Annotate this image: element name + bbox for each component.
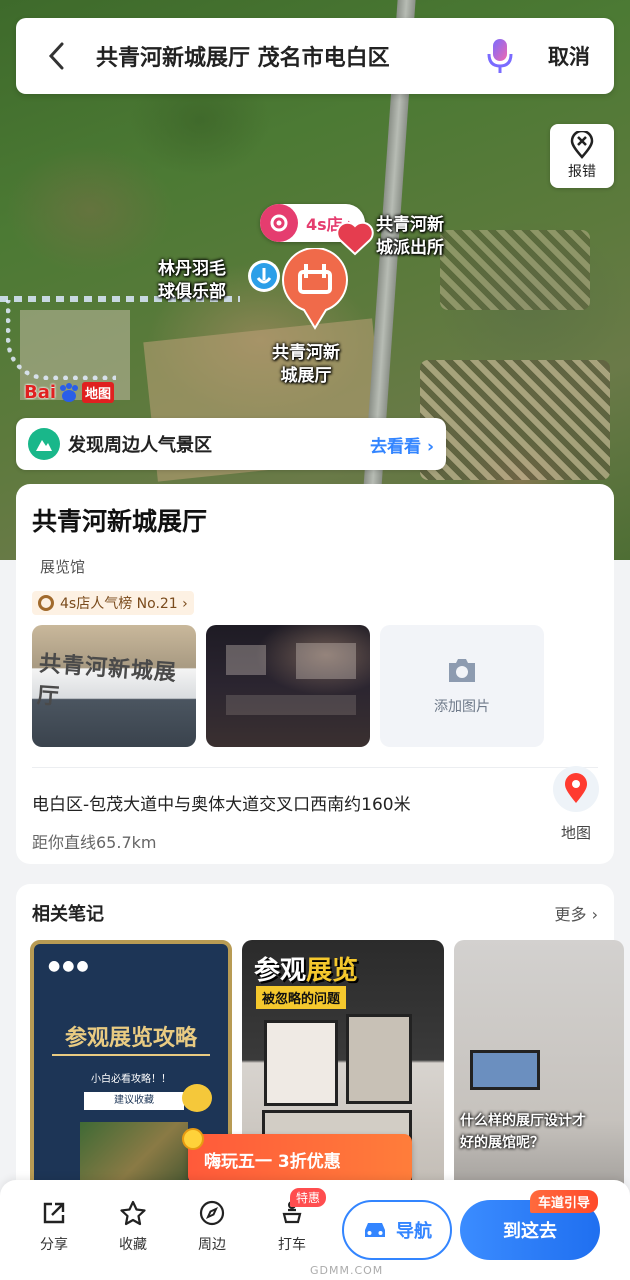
taxi-label: 打车 [278,1237,306,1253]
add-photo-button[interactable]: 添加图片 [380,625,544,747]
rank-label: 4s店人气榜 No.21 › [60,596,188,612]
map-pin-icon [553,766,599,812]
back-button[interactable] [16,18,96,94]
baidu-map-logo: Bai 地图 [24,382,115,403]
place-photo[interactable] [206,625,370,747]
microphone-icon [487,39,513,73]
camera-icon [449,659,475,682]
promo-banner[interactable]: 嗨玩五一 3折优惠 [182,1128,412,1184]
cancel-button[interactable]: 取消 [524,41,614,71]
taxi-discount-badge: 特惠 [290,1188,327,1207]
photo-strip: 共青河新城展厅 添加图片 [32,625,598,747]
map-village [440,230,590,310]
note-photo [346,1014,412,1104]
nearby-button[interactable]: 周边 [180,1200,244,1254]
discover-title: 发现周边人气景区 [68,435,212,456]
mountain-icon [28,428,60,460]
note-tag: 建议收藏 [84,1092,184,1110]
navigate-label: 导航 [396,1221,432,1242]
note-title: 参观展览 [254,956,359,986]
map-route [6,300,116,380]
nearby-label: 周边 [198,1237,226,1253]
report-error-label: 报错 [568,164,596,180]
place-detail-card: 共青河新城展厅 展览馆 4s店人气榜 No.21 › 共青河新城展厅 添加图片 … [16,484,614,864]
note-text: 什么样的展厅设计才 好的展馆呢？ [460,1113,586,1151]
map-label-badminton[interactable]: 林丹羽毛 球俱乐部 [158,258,226,304]
divider [32,767,598,768]
emoji-icon [182,1084,212,1112]
selected-poi-pin[interactable] [280,248,350,330]
share-label: 分享 [40,1237,68,1253]
taxi-button[interactable]: 打车 [260,1200,324,1254]
star-icon [120,1200,146,1226]
sports-icon [248,260,280,292]
lane-guidance-badge: 车道引导 [530,1190,599,1213]
map-view[interactable]: 共青河新城展厅 茂名市电白区 取消 报错 4s店 › 共青河新 城派出所 林丹羽… [0,0,630,560]
rank-tag[interactable]: 4s店人气榜 No.21 › [32,591,194,615]
place-address[interactable]: 电白区-包茂大道中与奥体大道交叉口西南约160米 [32,790,598,815]
note-photo [264,1020,338,1106]
notes-title: 相关笔记 [32,904,104,925]
map-label-poi[interactable]: 共青河新 城展厅 [272,342,340,388]
coin-icon [182,1128,204,1150]
place-name: 共青河新城展厅 [32,507,208,536]
note-dots: ●●● [48,958,91,974]
navigate-button[interactable]: 导航 [342,1200,452,1260]
place-category: 展览馆 [40,558,86,576]
report-error-button[interactable]: 报错 [550,124,614,188]
rank-icon [38,595,54,611]
chevron-left-icon [48,42,64,70]
logo-ditu: 地图 [82,382,115,403]
logo-text: Bai [24,382,57,403]
share-button[interactable]: 分享 [22,1200,86,1254]
note-photo [470,1050,540,1090]
discover-go-link[interactable]: 去看看 › [370,432,434,457]
note-subtitle: 小白必看攻略！！ [91,1074,171,1085]
map-village [420,360,610,480]
favorite-label: 收藏 [119,1237,147,1253]
promo-text: 嗨玩五一 3折优惠 [204,1151,341,1172]
place-distance: 距你直线65.7km [32,833,157,852]
note-subtitle: 被忽略的问题 [256,986,347,1009]
car-icon [365,1223,385,1237]
view-map-button[interactable]: 地图 [550,766,602,843]
photo-sign-text: 共青河新城展厅 [36,651,178,711]
go-here-label: 到这去 [503,1221,557,1242]
share-icon [43,1202,65,1224]
voice-search-button[interactable] [476,18,524,94]
notes-more-link[interactable]: 更多 › [555,901,599,925]
compass-icon [199,1200,225,1226]
note-rule [52,1054,210,1056]
location-pin-x-icon [570,131,594,159]
place-photo[interactable]: 共青河新城展厅 [32,625,196,747]
discover-nearby-banner[interactable]: 发现周边人气景区 去看看 › [16,418,446,470]
search-query[interactable]: 共青河新城展厅 茂名市电白区 [96,40,476,72]
favorite-button[interactable]: 收藏 [101,1200,165,1254]
note-title: 参观展览攻略 [64,1026,197,1051]
map-label-police[interactable]: 共青河新 城派出所 [376,214,444,260]
watermark: GDMM.COM [310,1264,384,1277]
search-bar[interactable]: 共青河新城展厅 茂名市电白区 取消 [16,18,614,94]
target-icon [260,204,298,242]
paw-icon [60,382,79,402]
add-photo-label: 添加图片 [434,699,490,715]
view-map-label: 地图 [560,824,591,842]
